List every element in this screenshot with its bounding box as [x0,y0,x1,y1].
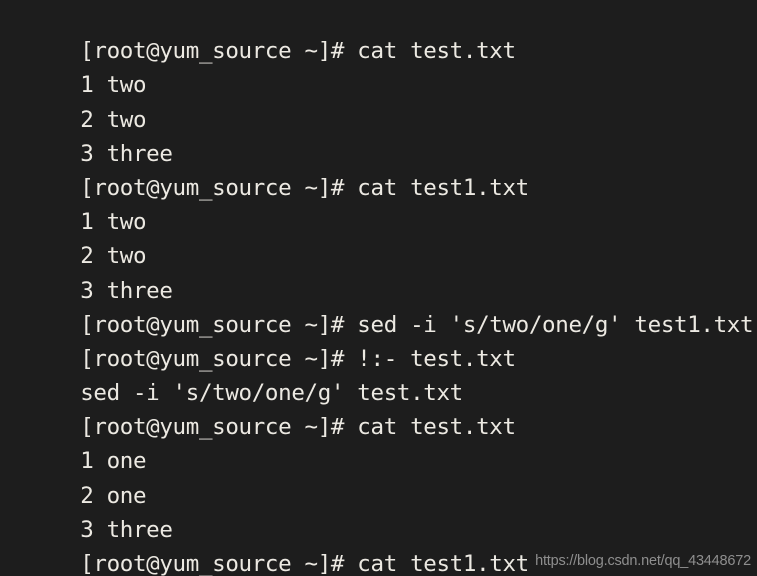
terminal-line: sed -i 's/two/one/g' test.txt [0,342,757,406]
terminal-line: 1 two [0,34,757,98]
terminal-line: 3 three [0,239,757,304]
terminal-line: [root@yum_source ~]# sed -i 's/two/one/g… [0,274,757,338]
terminal-line: 3 three [0,103,757,167]
terminal-window[interactable]: [root@yum_source ~]# cat test.txt 1 two … [0,0,757,576]
terminal-line: [root@yum_source ~]# cat test.txt [0,376,757,440]
terminal-line: 3 three [0,479,757,543]
watermark-url: https://blog.csdn.net/qq_43448672 [535,553,751,569]
terminal-line: [root@yum_source ~]# cat test1.txt [0,513,757,576]
terminal-output-area[interactable]: [root@yum_source ~]# cat test.txt 1 two … [0,0,757,576]
terminal-line: 1 one [0,410,757,474]
terminal-line: 2 two [0,68,757,133]
terminal-line: [root@yum_source ~]# cat test1.txt [0,137,757,201]
terminal-line: 2 two [0,205,757,269]
terminal-line: [root@yum_source ~]# !:- test.txt [0,308,757,372]
terminal-line: [root@yum_source ~]# cat test.txt [0,0,757,64]
terminal-line: 2 one [0,444,757,509]
terminal-line: 1 two [0,171,757,235]
